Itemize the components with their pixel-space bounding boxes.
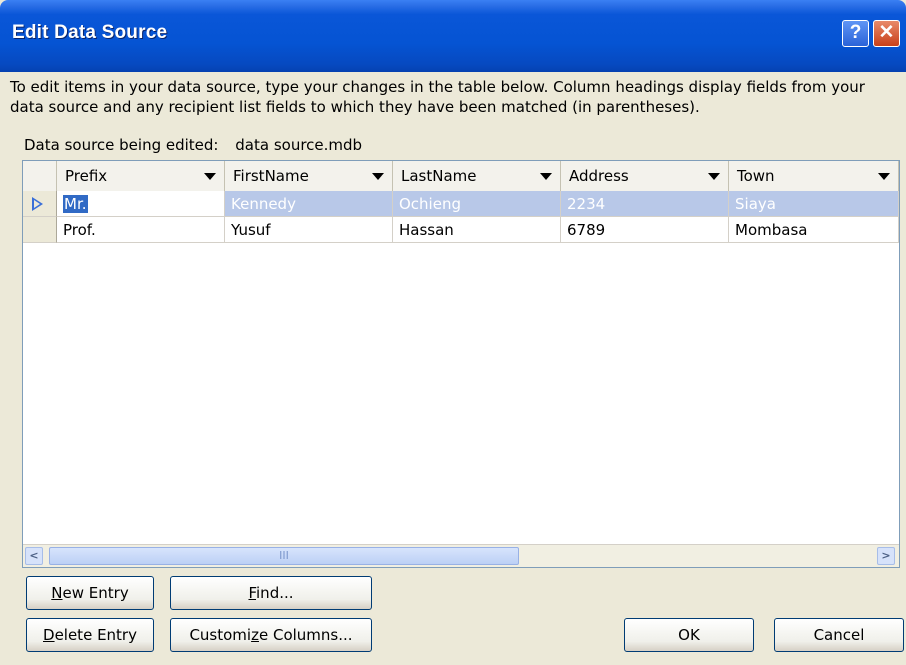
column-header-label: LastName: [401, 167, 477, 185]
cell-address[interactable]: 6789: [561, 217, 729, 243]
cell-prefix[interactable]: Mr.: [57, 191, 225, 217]
cancel-button[interactable]: Cancel: [774, 618, 904, 652]
dropdown-arrow-icon[interactable]: [204, 173, 216, 180]
table-row[interactable]: Prof. Yusuf Hassan 6789 Mombasa: [57, 217, 899, 243]
column-header-prefix[interactable]: Prefix: [57, 161, 225, 191]
column-header-address[interactable]: Address: [561, 161, 729, 191]
cell-town[interactable]: Mombasa: [729, 217, 899, 243]
dialog-title: Edit Data Source: [12, 22, 168, 43]
row-selector[interactable]: [23, 217, 57, 243]
cell-lastname[interactable]: Hassan: [393, 217, 561, 243]
cell-firstname[interactable]: Yusuf: [225, 217, 393, 243]
dropdown-arrow-icon[interactable]: [708, 173, 720, 180]
instructions-text: To edit items in your data source, type …: [10, 78, 865, 116]
horizontal-scrollbar[interactable]: < III >: [23, 544, 899, 567]
delete-entry-button[interactable]: Delete Entry: [26, 618, 154, 652]
scrollbar-thumb[interactable]: III: [49, 547, 519, 565]
customize-columns-button[interactable]: Customize Columns...: [170, 618, 372, 652]
column-header-label: Address: [569, 167, 629, 185]
new-entry-button[interactable]: New Entry: [26, 576, 154, 610]
edit-data-source-dialog: Edit Data Source ? ✕ To edit items in yo…: [0, 0, 906, 665]
data-source-line: Data source being edited: data source.md…: [24, 136, 362, 154]
title-bar[interactable]: Edit Data Source ? ✕: [0, 0, 906, 72]
ok-button[interactable]: OK: [624, 618, 754, 652]
column-header-town[interactable]: Town: [729, 161, 899, 191]
column-header-label: Prefix: [65, 167, 108, 185]
cell-town[interactable]: Siaya: [729, 191, 899, 217]
scroll-right-icon[interactable]: >: [877, 547, 895, 565]
row-selector[interactable]: [23, 191, 57, 217]
dropdown-arrow-icon[interactable]: [878, 173, 890, 180]
dropdown-arrow-icon[interactable]: [372, 173, 384, 180]
column-header-firstname[interactable]: FirstName: [225, 161, 393, 191]
current-row-pointer-icon: [32, 197, 43, 211]
column-header-label: FirstName: [233, 167, 309, 185]
cell-prefix[interactable]: Prof.: [57, 217, 225, 243]
column-header-label: Town: [737, 167, 775, 185]
cell-address[interactable]: 2234: [561, 191, 729, 217]
data-source-table[interactable]: Prefix FirstName LastName Address Town M…: [22, 160, 900, 568]
column-header-lastname[interactable]: LastName: [393, 161, 561, 191]
row-selector-header: [23, 161, 57, 191]
cell-firstname[interactable]: Kennedy: [225, 191, 393, 217]
dropdown-arrow-icon[interactable]: [540, 173, 552, 180]
data-source-filename: data source.mdb: [235, 136, 363, 154]
help-icon[interactable]: ?: [842, 20, 869, 47]
find-button[interactable]: Find...: [170, 576, 372, 610]
table-row[interactable]: Mr. Kennedy Ochieng 2234 Siaya: [57, 191, 899, 217]
data-source-label: Data source being edited:: [24, 136, 219, 154]
table-header: Prefix FirstName LastName Address Town: [23, 161, 899, 192]
close-icon[interactable]: ✕: [873, 20, 900, 47]
cell-lastname[interactable]: Ochieng: [393, 191, 561, 217]
scroll-left-icon[interactable]: <: [25, 547, 43, 565]
